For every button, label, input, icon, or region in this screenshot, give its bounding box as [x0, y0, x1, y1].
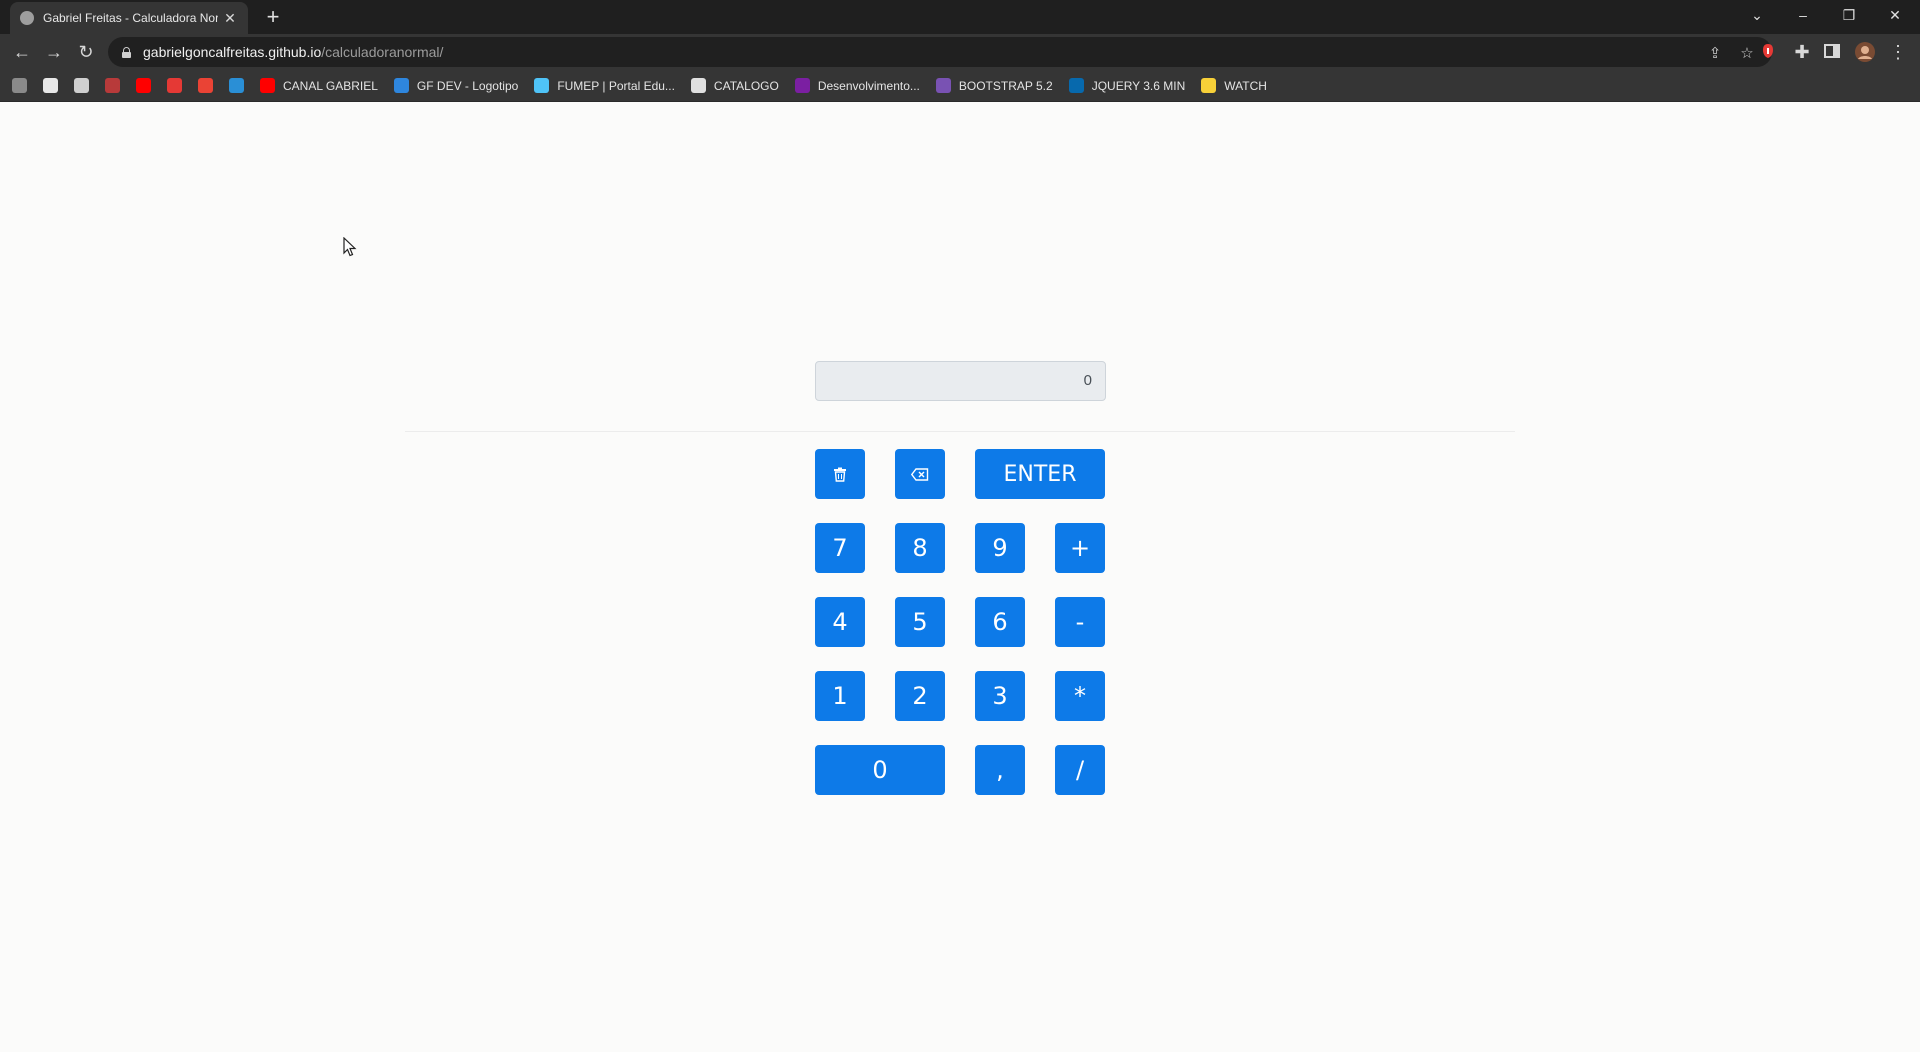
minimize-icon[interactable]: –: [1780, 0, 1826, 30]
youtube-music-icon: [167, 78, 182, 93]
enter-button[interactable]: ENTER: [975, 449, 1105, 499]
dev-icon: [794, 78, 810, 93]
key-7[interactable]: 7: [815, 523, 865, 573]
key-6[interactable]: 6: [975, 597, 1025, 647]
trello-icon: [229, 78, 244, 93]
key-1[interactable]: 1: [815, 671, 865, 721]
key-plus[interactable]: +: [1055, 523, 1105, 573]
key-0[interactable]: 0: [815, 745, 945, 795]
bookmark-label: JQUERY 3.6 MIN: [1091, 78, 1186, 93]
restore-icon[interactable]: ❐: [1826, 0, 1872, 30]
browser-toolbar: ← → ↻ gabrielgoncalfreitas.github.io/cal…: [0, 34, 1920, 70]
sidepanel-icon[interactable]: [1822, 41, 1842, 61]
bookmark-item[interactable]: [167, 78, 182, 93]
bookmark-label: FUMEP | Portal Edu...: [557, 78, 675, 93]
jquery-icon: [1068, 78, 1084, 93]
key-5[interactable]: 5: [895, 597, 945, 647]
bookmark-label: CATALOGO: [713, 78, 779, 93]
youtube-icon: [136, 78, 151, 93]
key-9[interactable]: 9: [975, 523, 1025, 573]
bookmark-item[interactable]: [136, 78, 151, 93]
url-host: gabrielgoncalfreitas.github.io: [143, 44, 322, 60]
bookmark-watch[interactable]: WATCH: [1201, 78, 1267, 93]
bootstrap-icon: [935, 78, 951, 93]
key-3[interactable]: 3: [975, 671, 1025, 721]
share-icon[interactable]: ⇪: [1704, 43, 1726, 65]
bookmark-bootstrap[interactable]: BOOTSTRAP 5.2: [935, 78, 1053, 93]
globe-bookmark-icon: [12, 78, 27, 93]
bookmark-label: BOOTSTRAP 5.2: [958, 78, 1053, 93]
bookmark-fumep[interactable]: FUMEP | Portal Edu...: [534, 78, 675, 93]
bookmark-item[interactable]: [74, 78, 89, 93]
bookmark-label: GF DEV - Logotipo: [416, 78, 519, 93]
key-8[interactable]: 8: [895, 523, 945, 573]
tab-strip: Gabriel Freitas - Calculadora Normal ✕ +…: [0, 0, 1920, 34]
key-divide[interactable]: /: [1055, 745, 1105, 795]
key-2[interactable]: 2: [895, 671, 945, 721]
backspace-icon: [911, 467, 929, 481]
bookmark-label: Desenvolvimento...: [817, 78, 920, 93]
tab-title: Gabriel Freitas - Calculadora Normal: [43, 11, 218, 25]
star-icon[interactable]: ☆: [1736, 43, 1758, 65]
tab-search-icon[interactable]: ⌄: [1734, 0, 1780, 30]
bookmark-catalogo[interactable]: CATALOGO: [690, 78, 779, 93]
bookmarks-bar: CANAL GABRIEL GF DEV - Logotipo FUMEP | …: [0, 70, 1920, 102]
mouse-cursor-icon: [343, 237, 357, 257]
address-bar[interactable]: gabrielgoncalfreitas.github.io/calculado…: [108, 37, 1772, 67]
forward-icon[interactable]: →: [42, 40, 66, 64]
bookmark-desenvolvimento[interactable]: Desenvolvimento...: [794, 78, 920, 93]
bookmark-item[interactable]: [198, 78, 213, 93]
menu-icon[interactable]: ⋮: [1886, 40, 1910, 64]
bookmark-canal-gabriel[interactable]: CANAL GABRIEL: [260, 78, 378, 93]
divider: [405, 431, 1515, 432]
book-icon: [105, 78, 120, 93]
close-window-icon[interactable]: ✕: [1872, 0, 1918, 30]
browser-tab[interactable]: Gabriel Freitas - Calculadora Normal ✕: [10, 2, 248, 34]
key-minus[interactable]: -: [1055, 597, 1105, 647]
clear-button[interactable]: [815, 449, 865, 499]
gmail-icon: [198, 78, 213, 93]
globe-icon: [20, 11, 34, 25]
profile-icon[interactable]: [1854, 41, 1876, 63]
extension-icon[interactable]: [1758, 41, 1778, 61]
github-icon: [43, 78, 58, 93]
trash-icon: [834, 467, 846, 482]
calculator-display: 0: [815, 361, 1106, 401]
youtube-icon: [260, 78, 275, 93]
close-tab-icon[interactable]: ✕: [222, 10, 238, 27]
folder-icon: [1201, 78, 1217, 93]
key-comma[interactable]: ,: [975, 745, 1025, 795]
url-path: /calculadoranormal/: [321, 44, 444, 60]
backspace-button[interactable]: [895, 449, 945, 499]
gf-logo-icon: [393, 78, 409, 93]
lock-icon[interactable]: [122, 46, 131, 58]
catalog-icon: [690, 78, 706, 93]
bookmark-item[interactable]: [12, 78, 27, 93]
fumep-icon: [534, 78, 550, 93]
bookmark-label: WATCH: [1224, 78, 1267, 93]
back-icon[interactable]: ←: [10, 40, 34, 64]
news-icon: [74, 78, 89, 93]
puzzle-icon[interactable]: ✚: [1790, 40, 1814, 64]
bookmark-item[interactable]: [105, 78, 120, 93]
bookmark-jquery[interactable]: JQUERY 3.6 MIN: [1068, 78, 1186, 93]
key-4[interactable]: 4: [815, 597, 865, 647]
bookmark-label: CANAL GABRIEL: [283, 78, 378, 93]
bookmark-item[interactable]: [229, 78, 244, 93]
reload-icon[interactable]: ↻: [74, 40, 98, 64]
new-tab-button[interactable]: +: [260, 4, 286, 30]
bookmark-item[interactable]: [43, 78, 58, 93]
page-content: 0 ENTER 7 8 9 + 4 5 6 - 1 2 3 * 0 , /: [0, 103, 1920, 1052]
bookmark-gf-dev[interactable]: GF DEV - Logotipo: [393, 78, 519, 93]
key-multiply[interactable]: *: [1055, 671, 1105, 721]
